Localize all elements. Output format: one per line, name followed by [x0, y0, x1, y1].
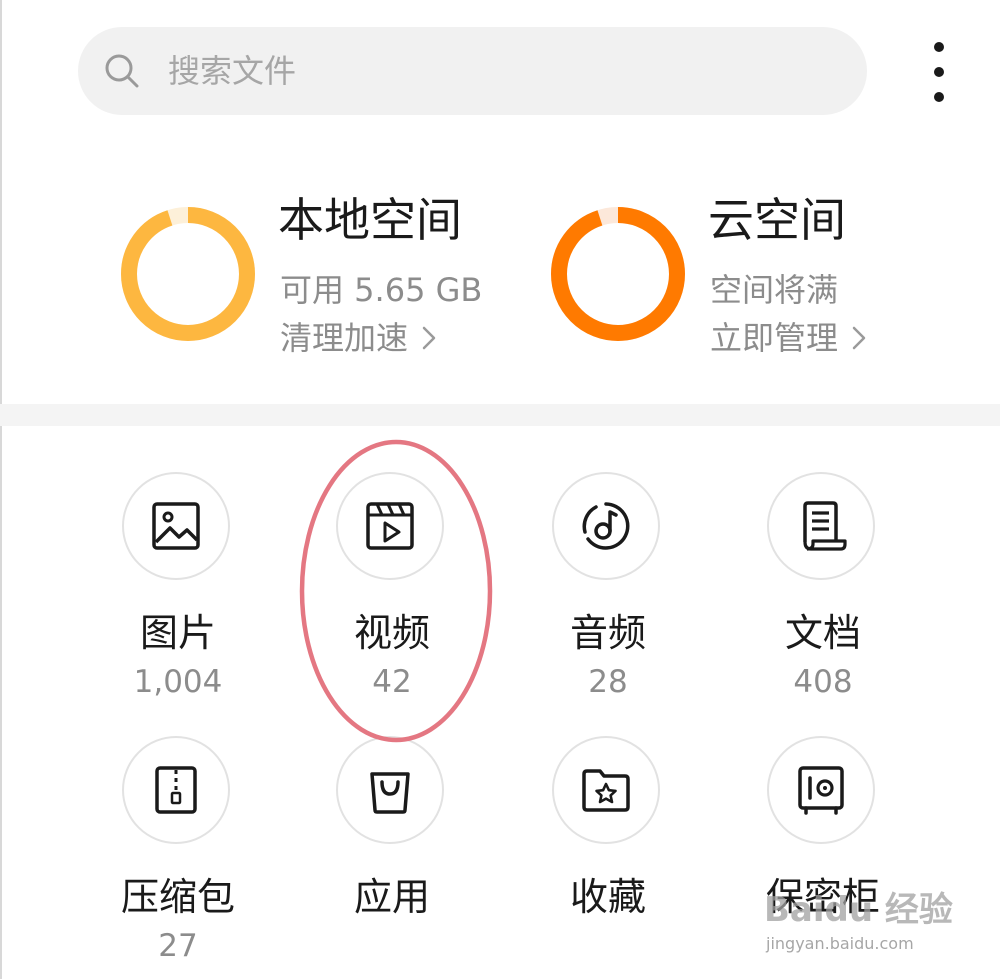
image-icon: [152, 502, 200, 550]
search-input[interactable]: [168, 45, 828, 97]
category-count: 408: [793, 664, 853, 700]
category-count: 27: [158, 928, 198, 964]
more-dot-icon: [934, 42, 944, 52]
clean-speedup-label: 清理加速: [280, 319, 409, 357]
category-label: 音频: [569, 611, 646, 655]
cloud-storage-status: 空间将满: [710, 271, 839, 309]
chevron-right-icon: [422, 326, 436, 350]
category-label: 收藏: [569, 875, 646, 919]
archive-icon: [155, 766, 197, 814]
video-icon: [366, 502, 414, 550]
manage-now-link[interactable]: 立即管理: [710, 316, 872, 360]
documents-icon-circle: [767, 472, 875, 580]
more-dot-icon: [934, 67, 944, 77]
local-storage-card[interactable]: 本地空间 可用 5.65 GB 清理加速: [118, 190, 498, 370]
safe-icon: [798, 766, 844, 815]
safe-icon-circle: [767, 736, 875, 844]
document-icon: [803, 501, 847, 551]
manage-now-label: 立即管理: [710, 319, 839, 357]
more-options-button[interactable]: [918, 42, 960, 102]
category-label: 压缩包: [120, 875, 235, 919]
category-label: 文档: [784, 611, 861, 655]
cloud-storage-card[interactable]: 云空间 空间将满 立即管理: [548, 190, 908, 370]
clean-speedup-link[interactable]: 清理加速: [280, 316, 442, 360]
favorites-icon: [582, 769, 630, 812]
audio-icon: [582, 502, 630, 550]
cloud-storage-ring: [551, 207, 685, 341]
more-dot-icon: [934, 92, 944, 102]
local-storage-available: 可用 5.65 GB: [280, 271, 483, 309]
favorites-icon-circle: [552, 736, 660, 844]
cloud-storage-title: 云空间: [708, 193, 846, 247]
search-bar[interactable]: [78, 27, 867, 115]
archives-icon-circle: [122, 736, 230, 844]
images-icon-circle: [122, 472, 230, 580]
category-count: 28: [588, 664, 628, 700]
category-label: 图片: [139, 611, 216, 655]
chevron-right-icon: [852, 326, 866, 350]
app-bag-icon: [370, 772, 410, 814]
category-label: 保密柜: [765, 875, 880, 919]
apps-icon-circle: [336, 736, 444, 844]
videos-icon-circle: [336, 472, 444, 580]
watermark-url: jingyan.baidu.com: [766, 934, 914, 953]
local-storage-ring: [121, 207, 255, 341]
category-count: 1,004: [133, 664, 223, 700]
category-label: 应用: [353, 875, 430, 919]
local-storage-title: 本地空间: [278, 193, 462, 247]
section-divider: [0, 404, 1000, 426]
window-edge: [0, 0, 2, 979]
search-icon: [105, 54, 139, 88]
category-count: 42: [372, 664, 412, 700]
audio-icon-circle: [552, 472, 660, 580]
category-label: 视频: [353, 611, 430, 655]
